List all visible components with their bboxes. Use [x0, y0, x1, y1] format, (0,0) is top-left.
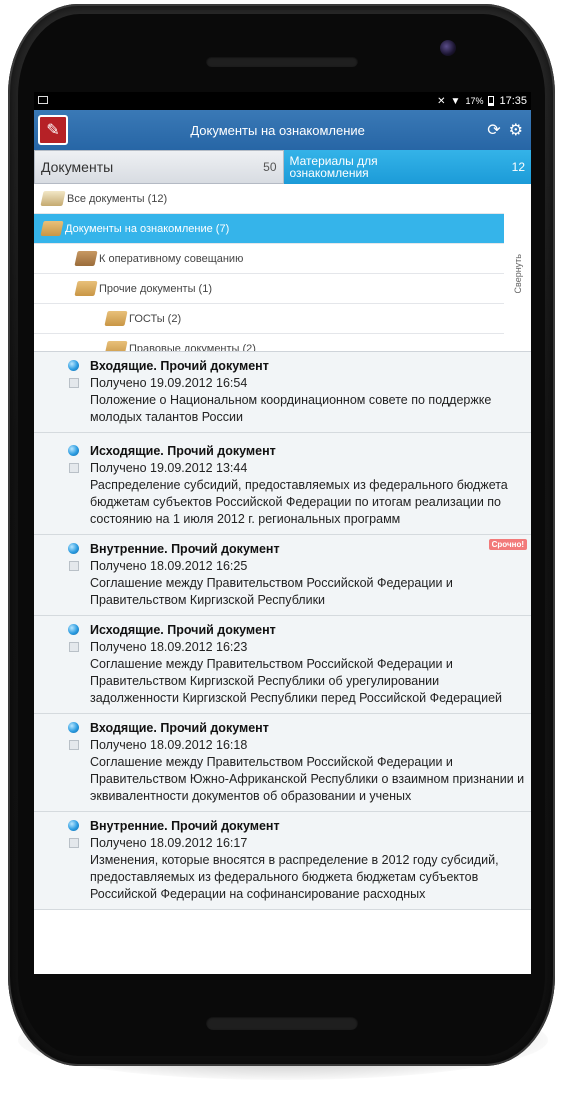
screen: ✕ ▼ 17% 17:35 ✎ Документы на ознакомлени… [34, 92, 531, 974]
app-bar: ✎ Документы на ознакомление ⟳ ⚙ [34, 110, 531, 150]
list-item[interactable]: Срочно! Внутренние. Прочий документ Полу… [34, 535, 531, 616]
folder-icon [104, 341, 128, 351]
doc-received: Получено 19.09.2012 16:54 [90, 376, 248, 390]
folder-item-review[interactable]: Документы на ознакомление (7) [34, 214, 504, 244]
image-icon [38, 96, 48, 104]
mute-icon: ✕ [437, 95, 446, 107]
tab-bar: Документы 50 Материалы для ознакомления … [34, 150, 531, 184]
folder-item-other[interactable]: Прочие документы (1) [34, 274, 504, 304]
wifi-icon: ▼ [450, 95, 461, 107]
collapse-button[interactable]: Свернуть [511, 224, 525, 324]
folder-icon [40, 221, 64, 236]
select-checkbox[interactable] [69, 642, 79, 652]
folder-icon [104, 311, 128, 326]
unread-dot-icon [68, 543, 79, 554]
unread-dot-icon [68, 722, 79, 733]
folder-label: Документы на ознакомление (7) [65, 222, 230, 235]
doc-type: Исходящие. Прочий документ [90, 444, 276, 458]
doc-title: Изменения, которые вносятся в распределе… [90, 853, 499, 901]
urgent-badge: Срочно! [488, 539, 527, 550]
tab-label: Материалы для ознакомления [290, 155, 378, 179]
doc-title: Соглашение между Правительством Российск… [90, 755, 525, 803]
select-checkbox[interactable] [69, 740, 79, 750]
unread-dot-icon [68, 624, 79, 635]
unread-dot-icon [68, 445, 79, 456]
bottom-speaker [206, 1016, 358, 1030]
doc-received: Получено 18.09.2012 16:23 [90, 640, 248, 654]
status-bar: ✕ ▼ 17% 17:35 [34, 92, 531, 110]
folder-item-meeting[interactable]: К оперативному совещанию [34, 244, 504, 274]
earpiece [206, 56, 358, 67]
tab-count: 50 [263, 160, 277, 174]
folder-item-legal[interactable]: Правовые документы (2) [34, 334, 504, 352]
doc-title: Распределение субсидий, предоставляемых … [90, 478, 508, 526]
app-logo-icon[interactable]: ✎ [38, 115, 68, 145]
doc-title: Соглашение между Правительством Российск… [90, 576, 453, 607]
refresh-icon[interactable]: ⟳ [487, 120, 500, 140]
list-item[interactable]: Входящие. Прочий документ Получено 19.09… [34, 352, 531, 433]
folder-item-gost[interactable]: ГОСТы (2) [34, 304, 504, 334]
folder-label: Правовые документы (2) [129, 342, 256, 352]
doc-type: Внутренние. Прочий документ [90, 819, 280, 833]
front-camera [440, 40, 456, 56]
battery-percent: 17% [465, 96, 484, 106]
collapse-label: Свернуть [513, 254, 523, 294]
list-item[interactable]: Внутренние. Прочий документ Получено 18.… [34, 812, 531, 910]
folder-item-all[interactable]: Все документы (12) [34, 184, 504, 214]
clock: 17:35 [499, 95, 527, 107]
list-item[interactable]: Входящие. Прочий документ Получено 18.09… [34, 714, 531, 812]
tab-documents[interactable]: Документы 50 [34, 150, 284, 184]
folder-label: Прочие документы (1) [99, 282, 212, 295]
select-checkbox[interactable] [69, 561, 79, 571]
document-list: Входящие. Прочий документ Получено 19.09… [34, 352, 531, 910]
doc-title: Соглашение между Правительством Российск… [90, 657, 503, 705]
doc-received: Получено 18.09.2012 16:25 [90, 559, 248, 573]
doc-received: Получено 19.09.2012 13:44 [90, 461, 248, 475]
folder-icon [40, 191, 66, 206]
folder-tree: Все документы (12) Документы на ознакомл… [34, 184, 531, 352]
gear-icon[interactable]: ⚙ [509, 120, 523, 140]
folder-label: Все документы (12) [67, 192, 168, 205]
folder-icon [74, 251, 98, 266]
unread-dot-icon [68, 820, 79, 831]
battery-icon [488, 96, 495, 106]
select-checkbox[interactable] [69, 838, 79, 848]
list-item[interactable]: Исходящие. Прочий документ Получено 18.0… [34, 616, 531, 714]
page-title: Документы на ознакомление [190, 122, 365, 138]
folder-icon [74, 281, 98, 296]
list-item[interactable]: Исходящие. Прочий документ Получено 19.0… [34, 433, 531, 535]
select-checkbox[interactable] [69, 378, 79, 388]
doc-type: Входящие. Прочий документ [90, 359, 269, 373]
unread-dot-icon [68, 360, 79, 371]
tab-label-line2: ознакомления [289, 166, 369, 180]
folder-label: ГОСТы (2) [129, 312, 182, 325]
doc-received: Получено 18.09.2012 16:18 [90, 738, 248, 752]
tab-materials[interactable]: Материалы для ознакомления 12 [283, 150, 531, 184]
tab-count: 12 [511, 160, 525, 174]
doc-type: Внутренние. Прочий документ [90, 542, 280, 556]
select-checkbox[interactable] [69, 463, 79, 473]
doc-title: Положение о Национальном координационном… [90, 393, 492, 424]
tab-label: Документы [41, 159, 114, 175]
doc-type: Входящие. Прочий документ [90, 721, 269, 735]
doc-type: Исходящие. Прочий документ [90, 623, 276, 637]
doc-received: Получено 18.09.2012 16:17 [90, 836, 248, 850]
folder-label: К оперативному совещанию [99, 252, 244, 265]
